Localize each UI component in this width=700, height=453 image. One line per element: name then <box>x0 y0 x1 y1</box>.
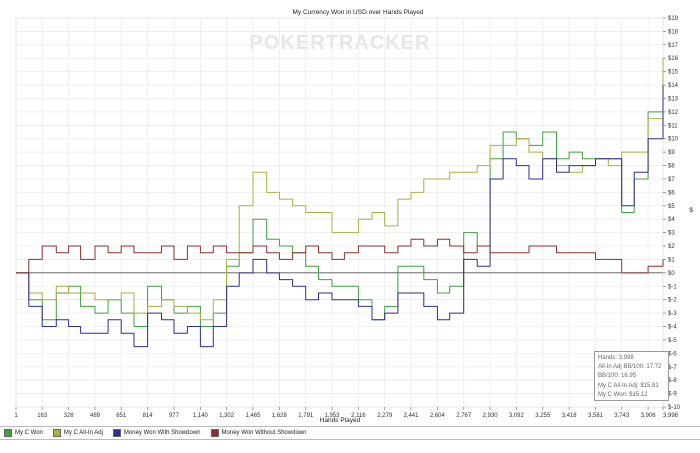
y-tick-label: $-3 <box>668 311 677 317</box>
legend-swatch <box>210 429 219 437</box>
y-tick-label: $9 <box>668 150 675 156</box>
x-tick-label: 2,930 <box>483 413 499 419</box>
chart: My Currency Won in USD over Hands Played… <box>0 0 700 448</box>
x-tick-label: 651 <box>116 413 127 419</box>
x-tick-label: 814 <box>143 413 154 419</box>
x-tick-label: 1,628 <box>272 413 288 419</box>
y-tick-label: $-6 <box>668 351 677 357</box>
y-tick-label: $-5 <box>668 338 677 344</box>
x-tick-label: 163 <box>37 413 48 419</box>
x-tick-label: 1,465 <box>245 413 261 419</box>
x-axis-label: Hands Played <box>320 417 361 424</box>
x-tick-label: 3,581 <box>588 413 604 419</box>
x-tick-label: 2,767 <box>456 413 472 419</box>
x-tick-label: 2,441 <box>403 413 419 419</box>
plot-frame <box>15 17 664 408</box>
x-tick-label: 977 <box>169 413 180 419</box>
series-line-1 <box>16 71 664 327</box>
y-tick-label: $3 <box>668 231 675 237</box>
y-tick-label: $-10 <box>668 405 681 411</box>
axis-layer: 1 163 326 489 651 814 977 1,140 1,302 1,465 1,628 1… <box>14 16 680 419</box>
legend-item: Money Won Without Showdown <box>210 429 307 437</box>
x-tick-label: 3,998 <box>663 413 679 419</box>
legend-item: My C Won <box>4 429 43 437</box>
stats-box: Hands: 3,998 All-In Adj BB/100: 17.72 BB… <box>594 351 669 401</box>
x-tick-label: 1,302 <box>219 413 235 419</box>
legend-label: Money Won With Showdown <box>123 430 201 436</box>
x-tick-label: 489 <box>90 413 101 419</box>
y-tick-label: $14 <box>668 83 679 89</box>
y-tick-label: $6 <box>668 190 675 196</box>
y-tick-label: $18 <box>668 29 679 35</box>
series-line-3 <box>16 85 664 348</box>
x-tick-label: 3,906 <box>641 413 657 419</box>
y-tick-label: $7 <box>668 177 675 183</box>
y-tick-label: $1 <box>668 257 675 263</box>
y-tick-label: $4 <box>668 217 675 223</box>
legend-label: My C All-In Adj <box>63 430 103 436</box>
x-tick-label: 326 <box>64 413 75 419</box>
y-tick-label: $-1 <box>668 284 677 290</box>
series-layer <box>16 58 664 348</box>
y-tick-label: $11 <box>668 123 678 129</box>
y-tick-label: $0 <box>668 271 675 277</box>
stats-bb100: BB/100: 16.95 <box>598 373 637 380</box>
legend-label: My C Won <box>15 430 43 436</box>
y-tick-label: $16 <box>668 56 679 62</box>
y-tick-label: $-2 <box>668 298 677 304</box>
legend-label: Money Won Without Showdown <box>221 430 307 436</box>
y-tick-label: $-7 <box>668 365 677 371</box>
legend-swatch <box>4 429 12 437</box>
y-tick-label: $13 <box>668 96 679 102</box>
legend-item: Money Won With Showdown <box>112 429 201 437</box>
y-tick-label: $12 <box>668 110 679 116</box>
chart-title: My Currency Won in USD over Hands Played <box>292 9 423 16</box>
x-tick-label: 2,279 <box>377 413 393 419</box>
x-tick-label: 1,791 <box>298 413 314 419</box>
grid-layer <box>15 17 664 408</box>
series-line-2 <box>16 58 664 321</box>
x-tick-label: 1 <box>14 413 18 419</box>
legend-swatch <box>52 429 61 437</box>
y-tick-label: $5 <box>668 204 675 210</box>
legend-item: My C All-In Adj <box>52 429 103 437</box>
stats-hands: Hands: 3,998 <box>598 355 634 361</box>
series-line-4 <box>16 238 664 274</box>
stats-allin-adj: My C All-In Adj: $15.81 <box>598 382 659 389</box>
legend: My C Won My C All-In Adj Money Won With … <box>0 426 700 440</box>
x-tick-label: 1,140 <box>193 413 209 419</box>
x-tick-label: 3,092 <box>509 413 525 419</box>
x-tick-label: 2,604 <box>430 413 446 419</box>
x-tick-label: 3,418 <box>562 413 578 419</box>
y-tick-label: $-9 <box>668 392 677 398</box>
y-tick-label: $19 <box>668 16 679 22</box>
x-tick-label: 3,743 <box>614 413 630 419</box>
y-tick-label: $8 <box>668 164 675 170</box>
stats-won: My C Won: $15.12 <box>598 391 648 398</box>
y-tick-label: $17 <box>668 43 679 49</box>
y-tick-label: $-4 <box>668 325 677 331</box>
watermark: POKERTRACKER <box>250 32 431 54</box>
stats-allin-bb100: All-In Adj BB/100: 17.72 <box>598 364 662 371</box>
y-axis-label: $ <box>689 207 693 214</box>
y-tick-label: $10 <box>668 137 679 143</box>
y-tick-label: $2 <box>668 244 675 250</box>
x-tick-label: 3,255 <box>535 413 551 419</box>
legend-swatch <box>112 429 121 437</box>
y-tick-label: $-8 <box>668 378 677 384</box>
y-tick-label: $15 <box>668 70 679 76</box>
